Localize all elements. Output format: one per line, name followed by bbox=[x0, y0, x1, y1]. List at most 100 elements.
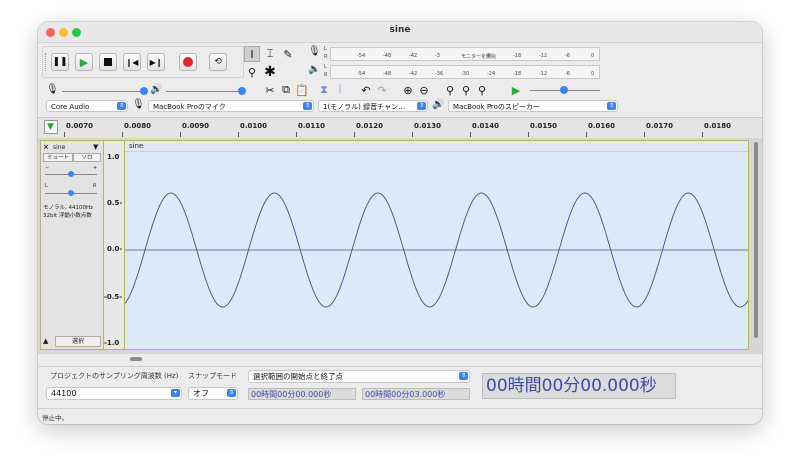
play-button[interactable]: ▶ bbox=[75, 53, 93, 71]
snap-mode-select[interactable]: オフ ⇕ bbox=[188, 387, 238, 400]
vertical-ruler[interactable]: 1.0 0.5- 0.0- -0.5- -1.0 bbox=[104, 140, 124, 350]
fit-selection-button[interactable]: ⚲ bbox=[442, 82, 458, 98]
audio-position-time[interactable]: 00時間00分00.000秒 bbox=[482, 373, 676, 399]
play-meter-tick: -12 bbox=[539, 71, 548, 77]
solo-button[interactable]: ソロ bbox=[73, 153, 101, 162]
redo-button[interactable]: ↷ bbox=[374, 82, 390, 98]
skip-to-start-button[interactable]: ❙◀ bbox=[123, 53, 141, 71]
record-meter-tick: 4 bbox=[487, 53, 491, 59]
zoom-tool-button[interactable]: ⚲ bbox=[244, 64, 260, 80]
play-meter[interactable]: -54 -48 -42 -36 -30 -24 -18 -12 -6 0 bbox=[330, 65, 600, 79]
ruler-tick-mark bbox=[586, 132, 587, 137]
tools-toolbar: I ⌶ ✎ ⚲ ✱ bbox=[244, 46, 300, 82]
silence-button[interactable]: ⦚ bbox=[332, 82, 348, 98]
track-close-button[interactable]: × bbox=[43, 143, 49, 151]
selection-tool-button[interactable]: I bbox=[244, 46, 260, 62]
status-text: 停止中。 bbox=[42, 414, 68, 422]
fit-project-button[interactable]: ⚲ bbox=[458, 82, 474, 98]
multi-tool-button[interactable]: ✱ bbox=[262, 64, 278, 80]
chevron-updown-icon: ⇕ bbox=[227, 389, 236, 397]
project-rate-select[interactable]: 44100 ▾ bbox=[46, 387, 182, 400]
copy-button[interactable]: ⧉ bbox=[278, 82, 294, 98]
window-title: sine bbox=[389, 25, 411, 35]
timeline-options-button[interactable]: ▼ bbox=[44, 120, 58, 134]
select-track-button[interactable]: 選択 bbox=[55, 336, 101, 347]
recording-channels-value: 1(モノラル) 録音チャン… bbox=[323, 103, 406, 111]
play-at-speed-button[interactable]: ▶ bbox=[508, 82, 524, 98]
play-meter-tick: -30 bbox=[461, 71, 470, 77]
track-info-format: モノラル, 44100Hz bbox=[43, 205, 94, 211]
record-volume-thumb[interactable] bbox=[140, 87, 148, 95]
trim-button[interactable]: ⧗ bbox=[316, 82, 332, 98]
stop-button[interactable] bbox=[99, 53, 117, 71]
ruler-tick-mark bbox=[296, 132, 297, 137]
mixer-toolbar: 🎙 🔊 bbox=[44, 84, 246, 98]
pan-thumb[interactable] bbox=[68, 190, 74, 196]
loop-button[interactable]: ⟲ bbox=[209, 53, 227, 71]
gain-plus-label: + bbox=[93, 165, 98, 171]
speed-thumb[interactable] bbox=[560, 86, 568, 94]
skip-end-icon: ▶❙ bbox=[149, 57, 163, 67]
ruler-tick-label: 0.0110 bbox=[298, 122, 326, 130]
output-speaker-icon: 🔊 bbox=[432, 99, 445, 110]
recording-device-select[interactable]: MacBook Proのマイク ⇕ bbox=[148, 100, 314, 112]
paste-icon: 📋 bbox=[295, 83, 309, 97]
draw-tool-button[interactable]: ✎ bbox=[280, 46, 296, 62]
track-menu-chevron-icon[interactable]: ▼ bbox=[93, 143, 98, 151]
record-meter-mic-icon[interactable]: 🎙 bbox=[308, 46, 322, 60]
selection-start-time[interactable]: 00時間00分00.000秒 bbox=[248, 388, 356, 400]
collapse-track-button[interactable]: ▲ bbox=[43, 337, 53, 347]
undo-icon: ↶ bbox=[361, 83, 371, 97]
ruler-tick-mark bbox=[702, 132, 703, 137]
silence-icon: ⦚ bbox=[338, 83, 342, 96]
zoom-toggle-button[interactable]: ⚲ bbox=[474, 82, 490, 98]
timeline-ruler[interactable]: ▼ 0.0070 0.0080 0.0090 0.0100 0.0110 0.0120 0.… bbox=[38, 117, 762, 139]
zoom-in-button[interactable]: ⊕ bbox=[400, 82, 416, 98]
ruler-tick-label: 0.0140 bbox=[472, 122, 500, 130]
play-volume-thumb[interactable] bbox=[238, 87, 246, 95]
chevron-updown-icon: ⇕ bbox=[303, 102, 312, 110]
mute-button[interactable]: ミュート bbox=[43, 153, 73, 162]
vertical-scrollbar-thumb[interactable] bbox=[754, 142, 758, 338]
vertical-scrollbar[interactable] bbox=[752, 140, 760, 350]
pause-button[interactable]: ❚❚ bbox=[51, 53, 69, 71]
paste-button[interactable]: 📋 bbox=[294, 82, 310, 98]
loop-icon: ⟲ bbox=[214, 57, 222, 67]
horizontal-scrollbar[interactable] bbox=[38, 354, 762, 364]
audio-host-select[interactable]: Core Audio ⇕ bbox=[46, 100, 128, 112]
selection-mode-select[interactable]: 選択範囲の開始点と終了点 ⇕ bbox=[248, 370, 470, 383]
play-meter-speaker-icon[interactable]: 🔈 bbox=[308, 64, 322, 78]
speaker-icon: 🔊 bbox=[150, 84, 163, 95]
skip-to-end-button[interactable]: ▶❙ bbox=[147, 53, 165, 71]
playback-device-select[interactable]: MacBook Proのスピーカー ⇕ bbox=[448, 100, 618, 112]
cut-button[interactable]: ✂ bbox=[262, 82, 278, 98]
record-volume-slider[interactable] bbox=[62, 91, 148, 92]
record-meter-tick: 0 bbox=[591, 53, 595, 59]
recording-channels-select[interactable]: 1(モノラル) 録音チャン… ⇕ bbox=[318, 100, 428, 112]
triangle-down-icon: ▼ bbox=[47, 122, 54, 132]
selection-end-time[interactable]: 00時間00分03.000秒 bbox=[362, 388, 470, 400]
undo-button[interactable]: ↶ bbox=[358, 82, 374, 98]
toolbar-grip[interactable] bbox=[45, 53, 49, 71]
play-volume-slider[interactable] bbox=[166, 91, 242, 92]
zoom-in-icon: ⊕ bbox=[403, 83, 413, 97]
play-icon: ▶ bbox=[79, 55, 89, 69]
zoom-out-button[interactable]: ⊖ bbox=[416, 82, 432, 98]
envelope-tool-button[interactable]: ⌶ bbox=[262, 46, 278, 62]
ruler-tick-mark bbox=[412, 132, 413, 137]
snap-mode-label: スナップモード bbox=[188, 372, 237, 380]
track-name-menu[interactable]: sine bbox=[53, 144, 65, 151]
gain-thumb[interactable] bbox=[68, 171, 74, 177]
record-button[interactable] bbox=[179, 53, 197, 71]
stop-icon bbox=[104, 58, 112, 66]
record-meter-tick: -12 bbox=[539, 53, 548, 59]
zoom-out-icon: ⊖ bbox=[419, 83, 429, 97]
horizontal-scrollbar-thumb[interactable] bbox=[130, 357, 142, 361]
y-label-lower: -0.5- bbox=[104, 293, 123, 301]
ruler-tick-label: 0.0160 bbox=[588, 122, 616, 130]
pencil-icon: ✎ bbox=[283, 47, 293, 61]
skip-start-icon: ❙◀ bbox=[125, 57, 139, 67]
record-meter[interactable]: -54 -48 -42 -3 モニターを開始 4 -18 -12 -6 0 bbox=[330, 47, 600, 61]
audio-clip[interactable]: sine bbox=[124, 140, 749, 350]
y-label-bottom: -1.0 bbox=[104, 339, 120, 347]
